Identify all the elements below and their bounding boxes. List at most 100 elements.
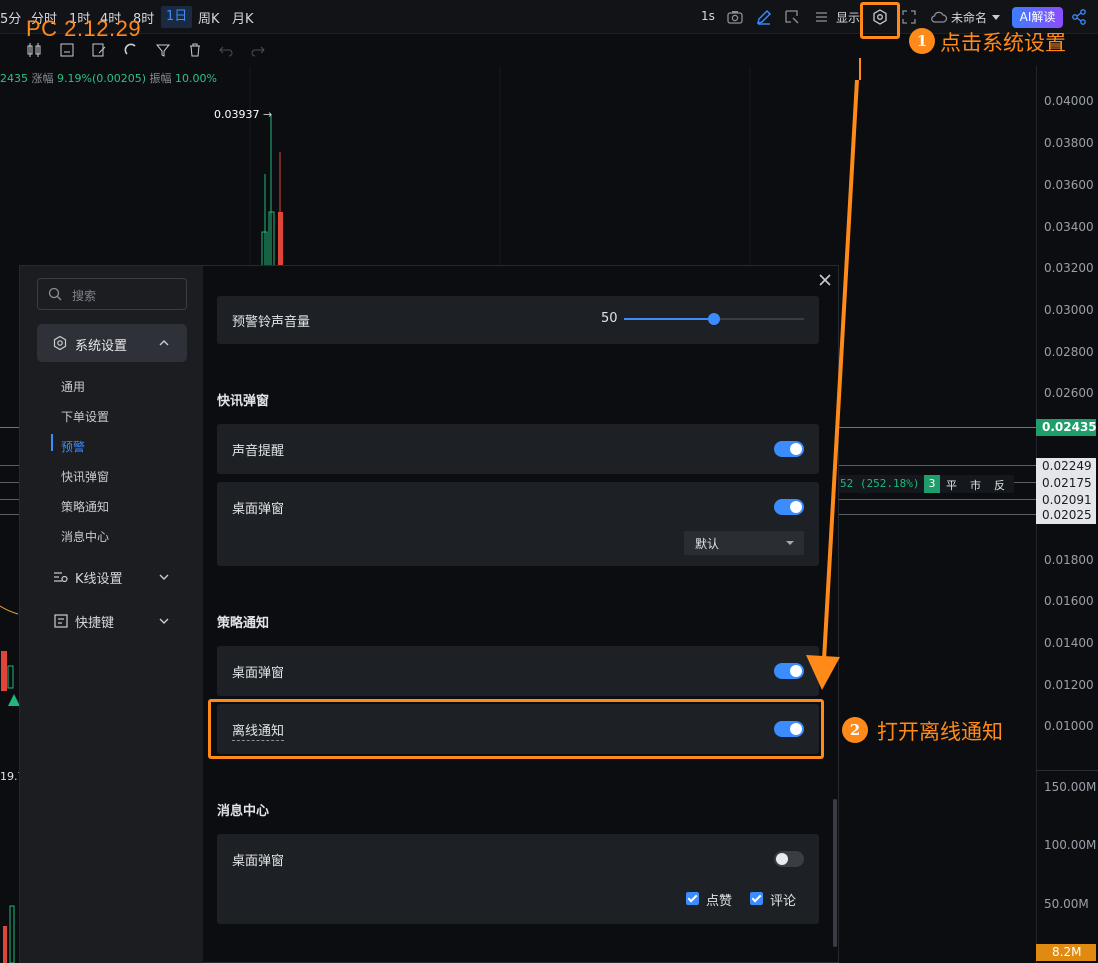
nav-flash-popup[interactable]: 快讯弹窗 — [61, 468, 109, 485]
timeframe-week[interactable]: 周K — [198, 8, 220, 27]
step2-instruction: 打开离线通知 — [877, 720, 1003, 744]
ai-analysis-button[interactable]: AI解读 — [1012, 7, 1063, 28]
nav-message-center[interactable]: 消息中心 — [61, 528, 109, 545]
like-checkbox[interactable] — [686, 892, 699, 905]
slider-handle[interactable] — [708, 313, 720, 325]
popup-style-value: 默认 — [695, 537, 720, 551]
step2-badge: 2 — [842, 717, 868, 743]
order-price-tag: 0.02025 — [1036, 507, 1096, 524]
nav-strategy-notify[interactable]: 策略通知 — [61, 498, 109, 515]
strategy-section-title: 策略通知 — [217, 616, 270, 631]
price-tick: 0.01000 — [1044, 719, 1094, 733]
flash-desktop-popup-card: 桌面弹窗 默认 — [217, 482, 819, 566]
alert-volume-slider[interactable] — [624, 313, 804, 325]
price-tick: 0.01600 — [1044, 594, 1094, 608]
price-tick: 0.03600 — [1044, 178, 1094, 192]
crosshair-tool-icon[interactable] — [783, 8, 801, 26]
stat-price: 2435 — [0, 72, 28, 85]
price-tick: 0.03800 — [1044, 136, 1094, 150]
high-price-value: 0.03937 — [214, 108, 260, 121]
price-tick: 0.01400 — [1044, 636, 1094, 650]
nav-shortcuts-label: 快捷键 — [75, 616, 115, 631]
camera-icon[interactable] — [726, 8, 744, 26]
market-close-button[interactable]: 市 — [970, 477, 981, 493]
nav-alerts[interactable]: 预警 — [61, 438, 85, 455]
gear-icon — [53, 335, 67, 351]
step1-instruction: 点击系统设置 — [940, 31, 1066, 55]
settings-dialog: 搜索 系统设置 通用 下单设置 预警 快讯弹窗 策略通知 消息中心 K线设置 快… — [19, 265, 839, 963]
pencil-icon[interactable] — [755, 8, 773, 26]
nav-kline-settings[interactable]: K线设置 — [53, 567, 193, 587]
cloud-icon[interactable] — [930, 8, 948, 26]
magnet-icon[interactable] — [123, 42, 139, 58]
top-toolbar: 5分 分时 1时 4时 8时 1日 周K 月K 1s 显示 未命名 AI解读 — [0, 0, 1098, 34]
strategy-desktop-popup-toggle[interactable] — [774, 663, 804, 679]
share-icon[interactable] — [1070, 8, 1088, 26]
order-price-tag: 0.02175 — [1036, 475, 1096, 492]
price-stats: 2435 涨幅 9.19%(0.00205) 振幅 10.00% — [0, 70, 217, 86]
nav-order-settings[interactable]: 下单设置 — [61, 408, 109, 425]
display-menu[interactable]: 显示 — [836, 9, 860, 26]
slider-fill — [624, 318, 714, 320]
search-input[interactable]: 搜索 — [37, 278, 187, 310]
message-section-title: 消息中心 — [217, 804, 270, 819]
timeframe-month[interactable]: 月K — [232, 8, 254, 27]
flash-desktop-popup-toggle[interactable] — [774, 499, 804, 515]
nav-general[interactable]: 通用 — [61, 378, 85, 395]
redo-icon[interactable] — [250, 42, 266, 58]
toggle-knob — [776, 853, 788, 865]
price-tick: 0.02600 — [1044, 386, 1094, 400]
like-label: 点赞 — [706, 894, 733, 909]
list-icon[interactable] — [812, 8, 830, 26]
undo-icon[interactable] — [218, 42, 234, 58]
alert-volume-card: 预警铃声音量 50 — [217, 296, 819, 344]
comment-label: 评论 — [770, 894, 797, 909]
fullscreen-icon[interactable] — [900, 8, 918, 26]
layout-name[interactable]: 未命名 — [951, 9, 987, 26]
search-placeholder: 搜索 — [72, 289, 97, 303]
step1-highlight-box — [860, 2, 900, 39]
volume-tick: 150.00M — [1044, 780, 1097, 794]
reverse-position-button[interactable]: 反 — [994, 477, 1005, 493]
flash-section-title: 快讯弹窗 — [217, 394, 270, 409]
current-price-tag: 0.02435 — [1036, 419, 1097, 436]
chevron-up-icon — [159, 340, 169, 346]
popup-style-select[interactable]: 默认 — [684, 531, 804, 555]
comment-checkbox[interactable] — [750, 892, 763, 905]
note-edit-icon[interactable] — [91, 42, 107, 58]
toggle-knob — [790, 443, 802, 455]
volume-current-tag: 8.2M — [1036, 944, 1096, 961]
price-tick: 0.03400 — [1044, 220, 1094, 234]
volume-divider — [1036, 770, 1098, 771]
order-pnl: 52 (252.18%) — [840, 477, 920, 490]
stat-amplitude-label: 振幅 — [149, 72, 172, 85]
close-icon[interactable] — [817, 272, 833, 288]
high-price-label: 0.03937 → — [214, 108, 273, 121]
candle-type-icon[interactable] — [26, 42, 42, 58]
stat-change-value: 9.19%(0.00205) — [57, 72, 147, 85]
strategy-desktop-popup-label: 桌面弹窗 — [232, 666, 285, 681]
timeframe-5m[interactable]: 5分 — [0, 8, 21, 27]
step1-badge: 1 — [909, 28, 935, 54]
version-watermark: PC 2.12.29 — [26, 16, 142, 41]
layout-caret-icon[interactable] — [992, 15, 1000, 20]
sound-reminder-label: 声音提醒 — [232, 444, 285, 459]
nav-system-settings[interactable]: 系统设置 — [37, 324, 187, 362]
template-icon[interactable] — [59, 42, 75, 58]
trash-icon[interactable] — [187, 42, 203, 58]
interval-label[interactable]: 1s — [701, 9, 715, 23]
nav-shortcuts[interactable]: 快捷键 — [53, 611, 193, 631]
step2-highlight-box — [208, 699, 824, 759]
close-position-button[interactable]: 平 — [946, 477, 957, 493]
dialog-scrollbar[interactable] — [833, 799, 837, 947]
message-desktop-popup-toggle[interactable] — [774, 851, 804, 867]
chevron-down-icon — [159, 574, 169, 580]
sound-reminder-toggle[interactable] — [774, 441, 804, 457]
volume-tick: 50.00M — [1044, 897, 1089, 911]
filter-icon[interactable] — [155, 42, 171, 58]
active-nav-marker — [51, 434, 53, 451]
timeframe-1d[interactable]: 1日 — [161, 6, 193, 28]
order-strip: 52 (252.18%) 3 平 市 反 — [838, 475, 1014, 493]
price-tick: 0.01200 — [1044, 678, 1094, 692]
alert-volume-value: 50 — [601, 311, 618, 326]
